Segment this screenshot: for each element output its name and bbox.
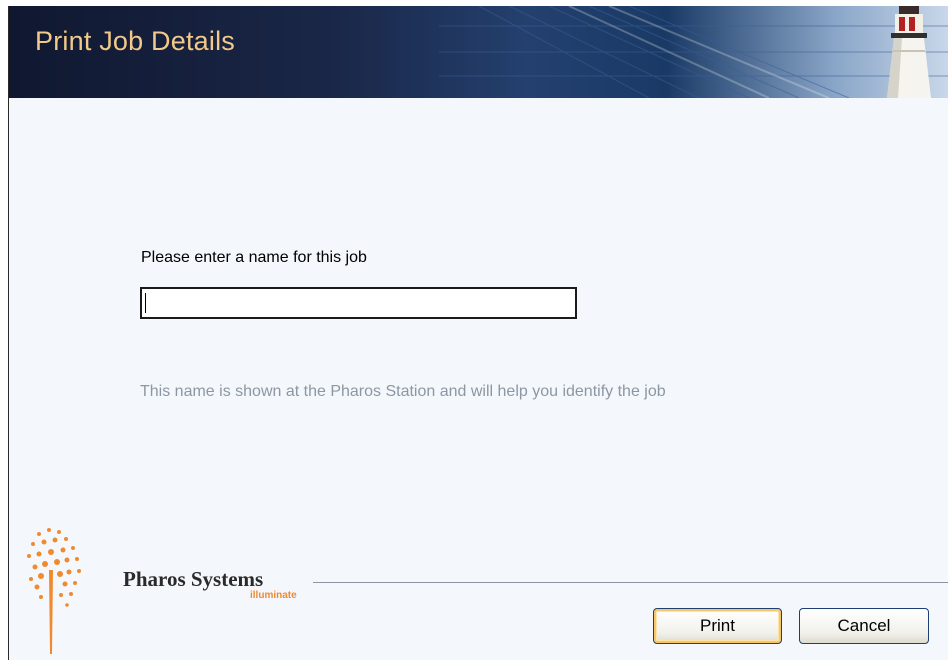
- text-caret: [145, 293, 146, 313]
- job-name-hint: This name is shown at the Pharos Station…: [140, 383, 666, 400]
- job-name-label: Please enter a name for this job: [141, 249, 367, 266]
- lighthouse-icon: [887, 6, 931, 98]
- cancel-button[interactable]: Cancel: [799, 608, 929, 644]
- pharos-logo-icon: [27, 528, 81, 654]
- brand-name: Pharos Systems: [123, 567, 264, 591]
- footer-divider: [313, 582, 948, 583]
- dialog-header: Print Job Details: [9, 6, 948, 98]
- job-name-input[interactable]: [140, 287, 577, 319]
- brand-tagline: illuminate: [250, 590, 297, 601]
- print-job-dialog: Print Job Details Please enter a name fo…: [8, 6, 948, 660]
- dialog-title: Print Job Details: [35, 26, 235, 56]
- print-button[interactable]: Print: [653, 608, 782, 644]
